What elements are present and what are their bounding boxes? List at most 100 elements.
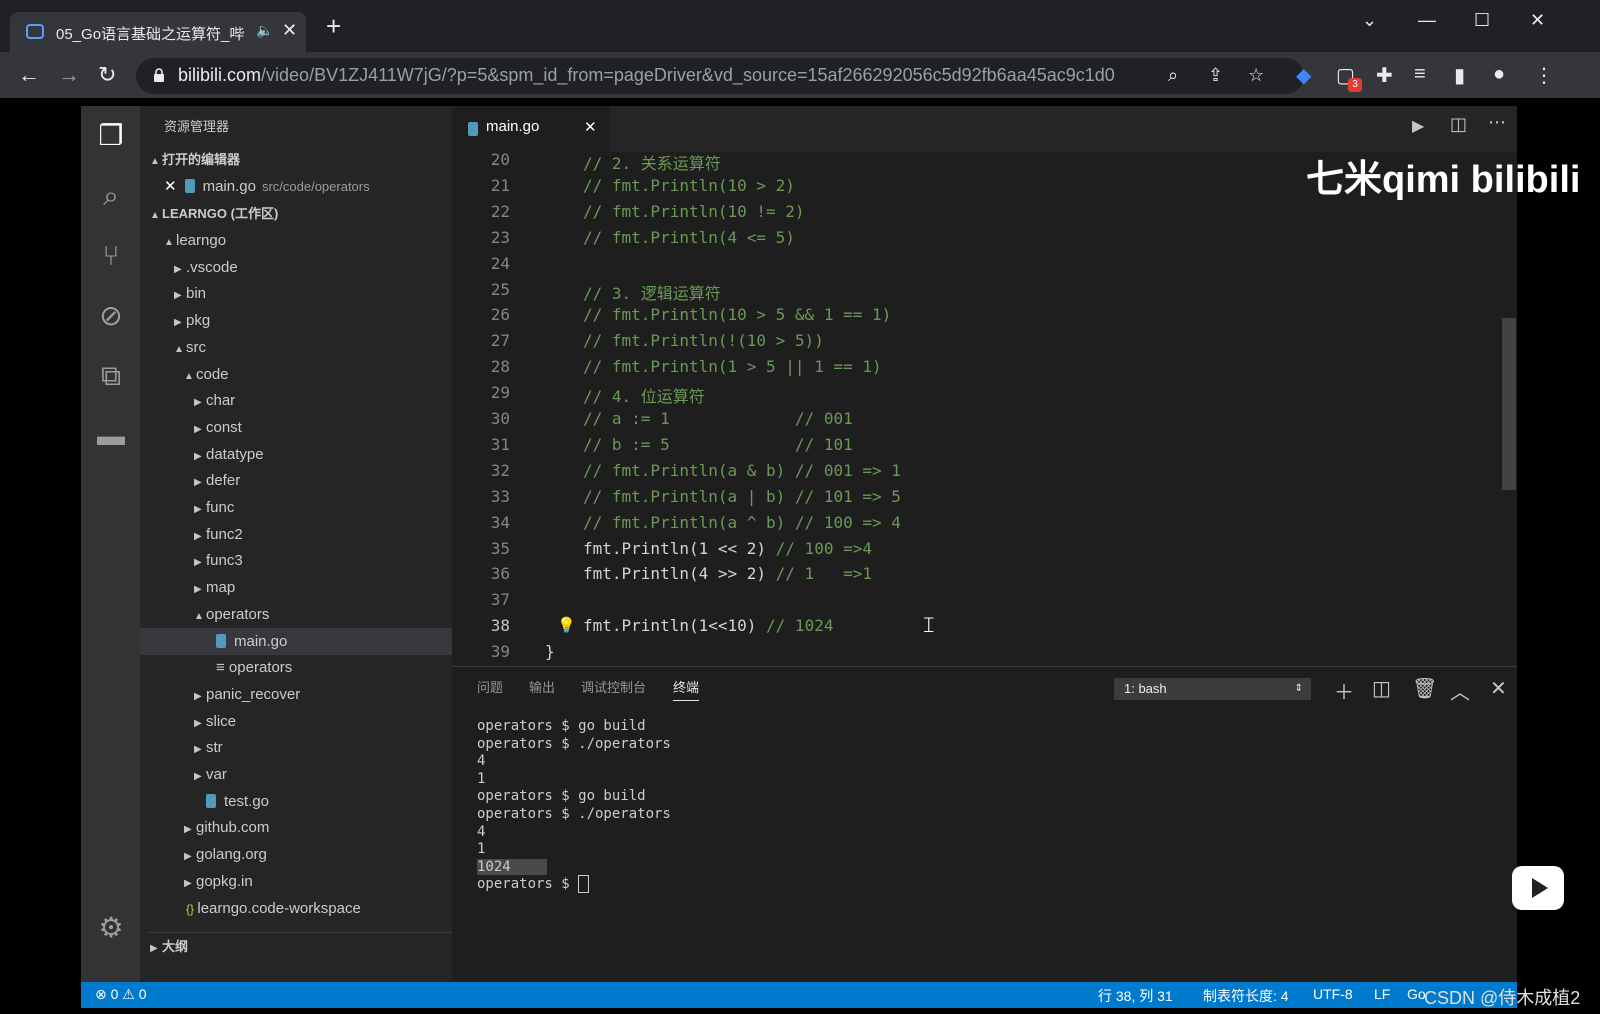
tree-item[interactable]: ▶ func xyxy=(140,494,452,521)
tab-output[interactable]: 输出 xyxy=(529,677,555,696)
tree-item[interactable]: ▶ gopkg.in xyxy=(140,868,452,895)
extension-gem-icon[interactable]: ◆ xyxy=(1296,63,1311,88)
play-button[interactable] xyxy=(1512,866,1564,910)
workspace-header[interactable]: ▲ LEARNGO (工作区) xyxy=(150,200,462,227)
tree-item[interactable]: test.go xyxy=(140,788,452,815)
browser-tab[interactable]: 05_Go语言基础之运算符_哔 🔈 ✕ xyxy=(10,12,306,52)
url-text[interactable]: bilibili.com/video/BV1ZJ411W7jG/?p=5&spm… xyxy=(178,65,1115,86)
close-icon[interactable]: ✕ xyxy=(164,178,177,195)
tree-item[interactable]: ▲ code xyxy=(140,361,452,388)
split-terminal-icon[interactable]: ◫ xyxy=(1372,676,1391,701)
split-editor-icon[interactable]: ◫ xyxy=(1450,114,1467,135)
tree-item[interactable]: main.go xyxy=(140,627,452,655)
share-icon[interactable]: ⇪ xyxy=(1208,65,1223,86)
code-line: // fmt.Println(a & b) // 001 => 1 xyxy=(583,460,901,480)
folder-icon[interactable]: ▬ xyxy=(95,420,127,452)
tab-size[interactable]: 制表符长度: 4 xyxy=(1203,986,1289,1006)
editor-scrollbar[interactable] xyxy=(1502,318,1516,490)
explorer-files-icon[interactable]: ❐ xyxy=(95,120,127,152)
lock-icon[interactable] xyxy=(153,68,165,82)
problems-status[interactable]: ⊗ 0 ⚠ 0 xyxy=(95,986,147,1003)
tree-item[interactable]: ▶ github.com xyxy=(140,814,452,841)
open-editors-header[interactable]: ▲ 打开的编辑器 xyxy=(150,146,462,173)
tree-item[interactable]: ▶ char xyxy=(140,387,452,414)
tree-item[interactable]: ▶ func2 xyxy=(140,521,452,548)
tree-item[interactable]: ▶ slice xyxy=(140,708,452,735)
line-number: 28 xyxy=(490,357,510,377)
tree-item[interactable]: ▶ bin xyxy=(140,280,452,307)
line-number: 29 xyxy=(490,383,510,403)
forward-icon[interactable]: → xyxy=(58,62,80,88)
maximize-panel-icon[interactable]: ︿ xyxy=(1450,676,1470,705)
tree-item-label: main.go xyxy=(234,632,288,650)
tree-item[interactable]: ▶ map xyxy=(140,574,452,601)
close-panel-icon[interactable]: ✕ xyxy=(1490,676,1507,701)
tree-item[interactable]: ▶ str xyxy=(140,734,452,761)
profile-icon[interactable]: ● xyxy=(1493,63,1505,86)
tree-item[interactable]: ▲ operators xyxy=(140,601,452,628)
tree-item[interactable]: ▶ .vscode xyxy=(140,254,452,281)
cursor-position[interactable]: 行 38, 列 31 xyxy=(1098,986,1173,1006)
status-bar: ⊗ 0 ⚠ 0 行 38, 列 31 制表符长度: 4 UTF-8 LF Go xyxy=(81,982,1517,1008)
zoom-icon[interactable]: ⌕ xyxy=(1168,65,1178,86)
language-mode[interactable]: Go xyxy=(1407,986,1426,1002)
tree-item[interactable]: ▶ pkg xyxy=(140,307,452,334)
tree-item[interactable]: ▶ golang.org xyxy=(140,841,452,868)
reload-icon[interactable]: ↻ xyxy=(98,62,116,88)
close-icon[interactable]: ✕ xyxy=(584,118,597,136)
more-actions-icon[interactable]: ⋯ xyxy=(1488,112,1506,133)
tree-item[interactable]: ▲ learngo xyxy=(140,227,452,254)
media-queue-icon[interactable]: ≡ xyxy=(1414,63,1426,86)
menu-kebab-icon[interactable]: ⋮ xyxy=(1534,63,1554,88)
tab-terminal[interactable]: 终端 xyxy=(673,677,700,701)
new-tab-button[interactable]: + xyxy=(326,13,341,39)
speaker-icon[interactable]: 🔈 xyxy=(256,22,273,39)
maximize-button[interactable]: ☐ xyxy=(1474,10,1490,31)
back-icon[interactable]: ← xyxy=(18,62,40,88)
lightbulb-icon[interactable]: 💡 xyxy=(557,616,576,634)
chevron-right-icon: ▶ xyxy=(194,690,202,702)
bookmark-star-icon[interactable]: ☆ xyxy=(1248,65,1264,86)
tree-item[interactable]: ≡ operators xyxy=(140,654,452,681)
terminal-line: 1 xyxy=(477,841,486,858)
line-ending[interactable]: LF xyxy=(1374,986,1390,1002)
open-editor-item[interactable]: ✕ main.go src/code/operators xyxy=(164,173,476,200)
new-terminal-icon[interactable]: ＋ xyxy=(1334,676,1354,705)
search-icon[interactable]: ⌕ xyxy=(95,180,127,212)
side-panel-icon[interactable]: ▮ xyxy=(1454,63,1465,88)
close-tab-icon[interactable]: ✕ xyxy=(282,20,297,41)
tree-item[interactable]: {} learngo.code-workspace xyxy=(140,895,452,922)
tree-item[interactable]: ▶ datatype xyxy=(140,441,452,468)
tab-debug-console[interactable]: 调试控制台 xyxy=(581,677,646,696)
tree-item[interactable]: ▶ const xyxy=(140,414,452,441)
close-window-button[interactable]: ✕ xyxy=(1530,10,1545,31)
tree-item[interactable]: ▲ src xyxy=(140,334,452,361)
tab-title: 05_Go语言基础之运算符_哔 xyxy=(56,26,245,43)
code-line: // b := 5 // 101 xyxy=(583,434,853,454)
code-line: // 3. 逻辑运算符 xyxy=(583,283,721,303)
tree-item-label: src xyxy=(186,338,206,356)
extensions-icon[interactable]: ⧉ xyxy=(95,360,127,392)
outline-header[interactable]: ▶ 大纲 xyxy=(148,932,460,959)
chevron-right-icon: ▶ xyxy=(194,397,202,409)
encoding[interactable]: UTF-8 xyxy=(1313,986,1353,1002)
terminal-select[interactable]: 1: bash ⇕ xyxy=(1114,678,1311,700)
source-control-icon[interactable]: ⑂ xyxy=(95,240,127,272)
tab-problems[interactable]: 问题 xyxy=(477,677,503,696)
debug-icon[interactable]: ⊘ xyxy=(95,300,127,332)
bilibili-tv-icon xyxy=(26,24,44,39)
tab-search-icon[interactable]: ⌄ xyxy=(1362,10,1377,31)
run-icon[interactable]: ▶ xyxy=(1412,116,1424,136)
editor-tab-main-go[interactable]: main.go ✕ xyxy=(452,106,610,152)
tree-item-label: defer xyxy=(206,472,241,490)
tree-item[interactable]: ▶ panic_recover xyxy=(140,681,452,708)
trash-icon[interactable]: 🗑 xyxy=(1412,676,1437,701)
tree-item-label: operators xyxy=(228,659,293,677)
tree-item[interactable]: ▶ var xyxy=(140,761,452,788)
gear-icon[interactable]: ⚙ xyxy=(95,912,127,944)
line-number: 25 xyxy=(490,279,510,299)
minimize-button[interactable]: — xyxy=(1418,10,1436,31)
tree-item[interactable]: ▶ defer xyxy=(140,467,452,494)
extensions-puzzle-icon[interactable]: ✚ xyxy=(1376,63,1393,88)
tree-item[interactable]: ▶ func3 xyxy=(140,547,452,574)
